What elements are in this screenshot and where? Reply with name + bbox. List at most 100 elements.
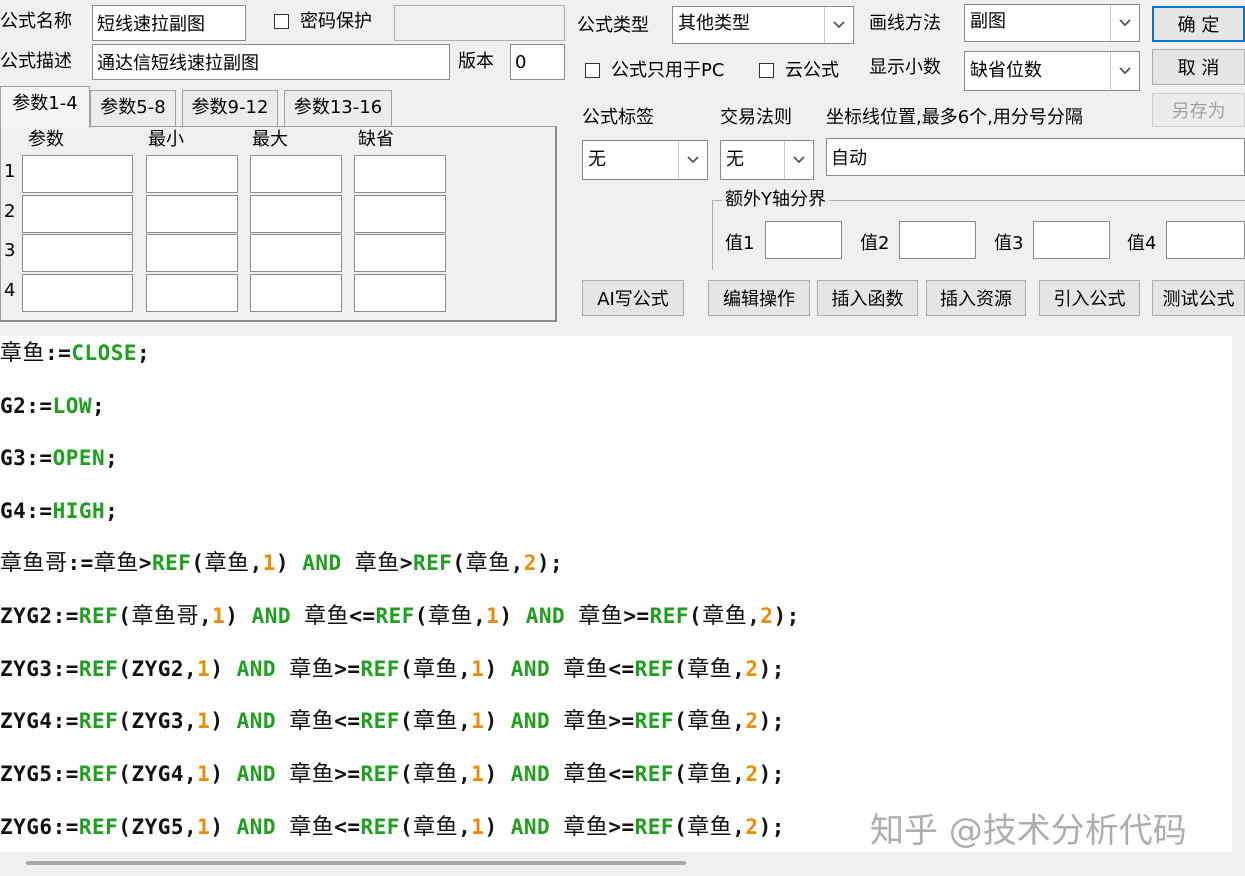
param-max-input[interactable] bbox=[250, 234, 342, 272]
param-name-input[interactable] bbox=[22, 155, 133, 193]
param-min-input[interactable] bbox=[146, 274, 238, 312]
axis-position-input[interactable] bbox=[826, 138, 1245, 176]
param-name-input[interactable] bbox=[22, 195, 133, 233]
param-min-input[interactable] bbox=[146, 195, 238, 233]
tab-params-13-16[interactable]: 参数13-16 bbox=[284, 90, 392, 126]
code-token-operator: ( bbox=[674, 709, 688, 733]
code-token-operator: ( bbox=[399, 815, 414, 839]
cloud-checkbox[interactable] bbox=[759, 63, 774, 78]
code-token-operator: ); bbox=[758, 657, 785, 681]
code-token-identifier: 章鱼 bbox=[687, 657, 733, 682]
code-token-operator bbox=[550, 815, 563, 839]
save-as-button[interactable]: 另存为 bbox=[1152, 93, 1245, 127]
code-token-identifier: 章鱼 bbox=[289, 657, 335, 682]
insert-function-button[interactable]: 插入函数 bbox=[817, 280, 918, 316]
cloud-label: 云公式 bbox=[785, 60, 839, 81]
code-token-operator: ) bbox=[484, 762, 511, 786]
code-token-operator bbox=[565, 604, 578, 628]
param-max-input[interactable] bbox=[250, 195, 342, 233]
formula-tag-value: 无 bbox=[588, 149, 606, 170]
version-input[interactable] bbox=[510, 44, 565, 80]
code-token-operator: <= bbox=[349, 604, 376, 628]
param-min-input[interactable] bbox=[146, 234, 238, 272]
code-token-number: 1 bbox=[471, 709, 485, 733]
trade-rule-label: 交易法则 bbox=[720, 107, 792, 128]
decimals-select[interactable]: 缺省位数 bbox=[964, 51, 1140, 91]
code-token-identifier: 章鱼 bbox=[413, 762, 459, 787]
test-formula-button[interactable]: 测试公式 bbox=[1152, 280, 1245, 316]
horizontal-scroll-thumb[interactable] bbox=[26, 861, 686, 865]
code-token-operator: ) bbox=[210, 657, 237, 681]
code-token-keyword: CLOSE bbox=[71, 341, 138, 365]
code-token-operator bbox=[550, 709, 563, 733]
draw-method-select[interactable]: 副图 bbox=[964, 4, 1140, 42]
chevron-down-icon bbox=[678, 141, 707, 179]
tab-params-1-4[interactable]: 参数1-4 bbox=[0, 86, 90, 128]
param-row-number: 2 bbox=[4, 201, 16, 222]
code-token-identifier: 章鱼 bbox=[93, 551, 139, 576]
code-token-number: 1 bbox=[471, 657, 485, 681]
param-default-input[interactable] bbox=[354, 234, 446, 272]
cancel-button[interactable]: 取 消 bbox=[1152, 49, 1245, 85]
code-token-keyword: REF bbox=[78, 709, 119, 733]
code-token-identifier: 章鱼 bbox=[563, 815, 609, 840]
chevron-down-icon bbox=[824, 7, 853, 43]
edit-operations-button[interactable]: 编辑操作 bbox=[708, 280, 810, 316]
param-name-input[interactable] bbox=[22, 234, 133, 272]
horizontal-scrollbar[interactable] bbox=[0, 852, 1245, 876]
param-default-input[interactable] bbox=[354, 195, 446, 233]
trade-rule-select[interactable]: 无 bbox=[720, 140, 814, 180]
code-token-operator: ) bbox=[484, 815, 511, 839]
param-min-input[interactable] bbox=[146, 155, 238, 193]
code-token-operator: ); bbox=[758, 815, 785, 839]
code-token-operator: ( bbox=[399, 762, 414, 786]
code-token-operator: G4:= bbox=[0, 499, 53, 523]
code-token-identifier: 章鱼 bbox=[204, 551, 250, 576]
code-token-operator: <= bbox=[334, 815, 361, 839]
code-token-operator: ( bbox=[414, 604, 429, 628]
ok-button[interactable]: 确 定 bbox=[1152, 6, 1245, 42]
value3-label: 值3 bbox=[994, 233, 1024, 254]
code-token-operator: >= bbox=[608, 709, 635, 733]
code-token-keyword: AND bbox=[236, 815, 277, 839]
code-token-operator: <= bbox=[608, 657, 635, 681]
password-checkbox[interactable] bbox=[274, 14, 289, 29]
code-token-number: 2 bbox=[745, 709, 759, 733]
formula-desc-input[interactable] bbox=[92, 44, 450, 80]
code-token-identifier: 章鱼 bbox=[563, 709, 609, 734]
formula-name-input[interactable] bbox=[92, 5, 246, 41]
param-name-input[interactable] bbox=[22, 274, 133, 312]
vertical-scrollbar[interactable] bbox=[1232, 336, 1245, 852]
code-token-identifier: 章鱼 bbox=[413, 657, 459, 682]
tab-params-5-8[interactable]: 参数5-8 bbox=[90, 90, 176, 126]
code-token-keyword: REF bbox=[360, 709, 400, 733]
value4-input[interactable] bbox=[1166, 221, 1245, 259]
value2-input[interactable] bbox=[899, 221, 976, 259]
param-header-min: 最小 bbox=[148, 129, 184, 150]
value3-input[interactable] bbox=[1033, 221, 1110, 259]
formula-tag-select[interactable]: 无 bbox=[582, 140, 708, 180]
pc-only-checkbox[interactable] bbox=[585, 63, 600, 78]
value1-input[interactable] bbox=[765, 221, 842, 259]
code-token-operator: , bbox=[458, 709, 472, 733]
code-token-operator: ) bbox=[484, 709, 511, 733]
code-token-identifier: 章鱼 bbox=[289, 815, 335, 840]
ai-write-formula-button[interactable]: AI写公式 bbox=[582, 280, 684, 316]
chevron-down-icon bbox=[1110, 52, 1139, 90]
code-token-operator: > bbox=[138, 551, 152, 575]
code-token-keyword: REF bbox=[78, 604, 119, 628]
code-token-operator: , bbox=[732, 709, 746, 733]
import-formula-button[interactable]: 引入公式 bbox=[1039, 280, 1140, 316]
param-default-input[interactable] bbox=[354, 155, 446, 193]
param-default-input[interactable] bbox=[354, 274, 446, 312]
tab-params-9-12[interactable]: 参数9-12 bbox=[182, 90, 278, 126]
decimals-label: 显示小数 bbox=[869, 57, 941, 78]
insert-resource-button[interactable]: 插入资源 bbox=[926, 280, 1026, 316]
param-max-input[interactable] bbox=[250, 155, 342, 193]
param-max-input[interactable] bbox=[250, 274, 342, 312]
formula-code-editor[interactable]: 章鱼:=CLOSE; G2:=LOW; G3:=OPEN; G4:=HIGH; 章鱼哥:… bbox=[0, 336, 1232, 852]
code-token-identifier: 章鱼 bbox=[687, 815, 733, 840]
password-input[interactable] bbox=[394, 5, 565, 41]
code-token-operator: ) bbox=[275, 551, 303, 575]
formula-type-select[interactable]: 其他类型 bbox=[672, 6, 854, 44]
